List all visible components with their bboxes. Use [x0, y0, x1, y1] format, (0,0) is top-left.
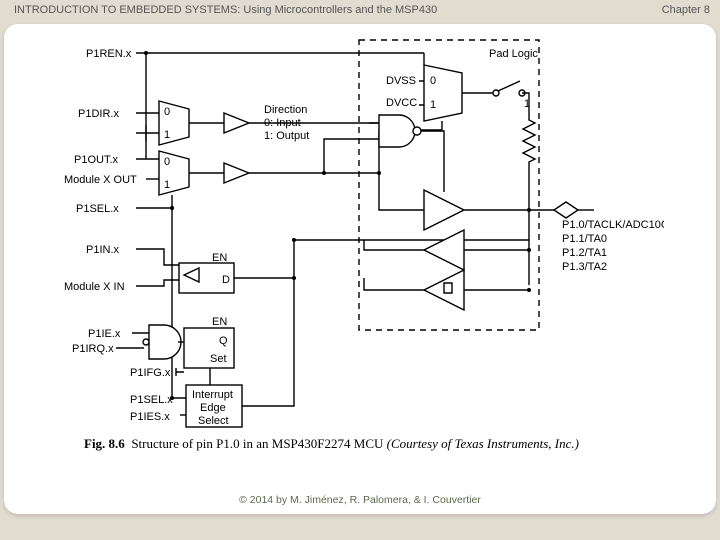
sig-ie: P1IE.x	[88, 328, 121, 340]
sig-modout: Module X OUT	[64, 174, 137, 186]
svg-text:Set: Set	[210, 353, 227, 365]
figure-number: Fig. 8.6	[84, 436, 125, 451]
book-title: INTRODUCTION TO EMBEDDED SYSTEMS: Using …	[14, 4, 437, 16]
svg-text:1: 1	[164, 129, 170, 141]
chapter-label: Chapter 8	[662, 4, 710, 16]
svg-text:Edge: Edge	[200, 402, 226, 414]
svg-text:Q: Q	[219, 335, 228, 347]
figure-caption: Fig. 8.6 Structure of pin P1.0 in an MSP…	[84, 436, 684, 452]
svg-text:EN: EN	[212, 252, 227, 264]
svg-text:0: 0	[164, 156, 170, 168]
svg-text:EN: EN	[212, 316, 227, 328]
pin-1: P1.1/TA0	[562, 233, 607, 245]
pin-0: P1.0/TACLK/ADC10CLK	[562, 219, 664, 231]
svg-text:1: 1	[164, 179, 170, 191]
svg-text:Direction: Direction	[264, 104, 307, 116]
pad-logic-label: Pad Logic	[489, 48, 538, 60]
sig-dir: P1DIR.x	[78, 108, 119, 120]
sig-in: P1IN.x	[86, 244, 120, 256]
pin-3: P1.3/TA2	[562, 261, 607, 273]
sig-ies: P1IES.x	[130, 411, 170, 423]
sig-sel2: P1SEL.x	[130, 394, 173, 406]
svg-text:DVCC: DVCC	[386, 97, 417, 109]
sig-out: P1OUT.x	[74, 154, 119, 166]
svg-text:0: Input: 0: Input	[264, 117, 301, 129]
svg-text:1: Output: 1: Output	[264, 130, 309, 142]
circuit-diagram: Pad Logic P1REN.x P1DIR.x P1OUT.x Module…	[64, 30, 664, 460]
sig-irq: P1IRQ.x	[72, 343, 114, 355]
svg-text:0: 0	[430, 75, 436, 87]
copyright: © 2014 by M. Jiménez, R. Palomera, & I. …	[4, 494, 716, 506]
svg-text:DVSS: DVSS	[386, 75, 416, 87]
svg-text:1: 1	[430, 99, 436, 111]
figure-card: Pad Logic P1REN.x P1DIR.x P1OUT.x Module…	[4, 24, 716, 514]
figure-courtesy: (Courtesy of Texas Instruments, Inc.)	[387, 436, 579, 451]
sig-ren: P1REN.x	[86, 48, 132, 60]
pin-2: P1.2/TA1	[562, 247, 607, 259]
svg-text:D: D	[222, 274, 230, 286]
sig-modin: Module X IN	[64, 281, 125, 293]
sig-sel: P1SEL.x	[76, 203, 119, 215]
svg-text:Select: Select	[198, 415, 229, 427]
svg-text:0: 0	[164, 106, 170, 118]
svg-text:Interrupt: Interrupt	[192, 389, 233, 401]
sig-ifg: P1IFG.x	[130, 367, 171, 379]
figure-text: Structure of pin P1.0 in an MSP430F2274 …	[131, 436, 383, 451]
